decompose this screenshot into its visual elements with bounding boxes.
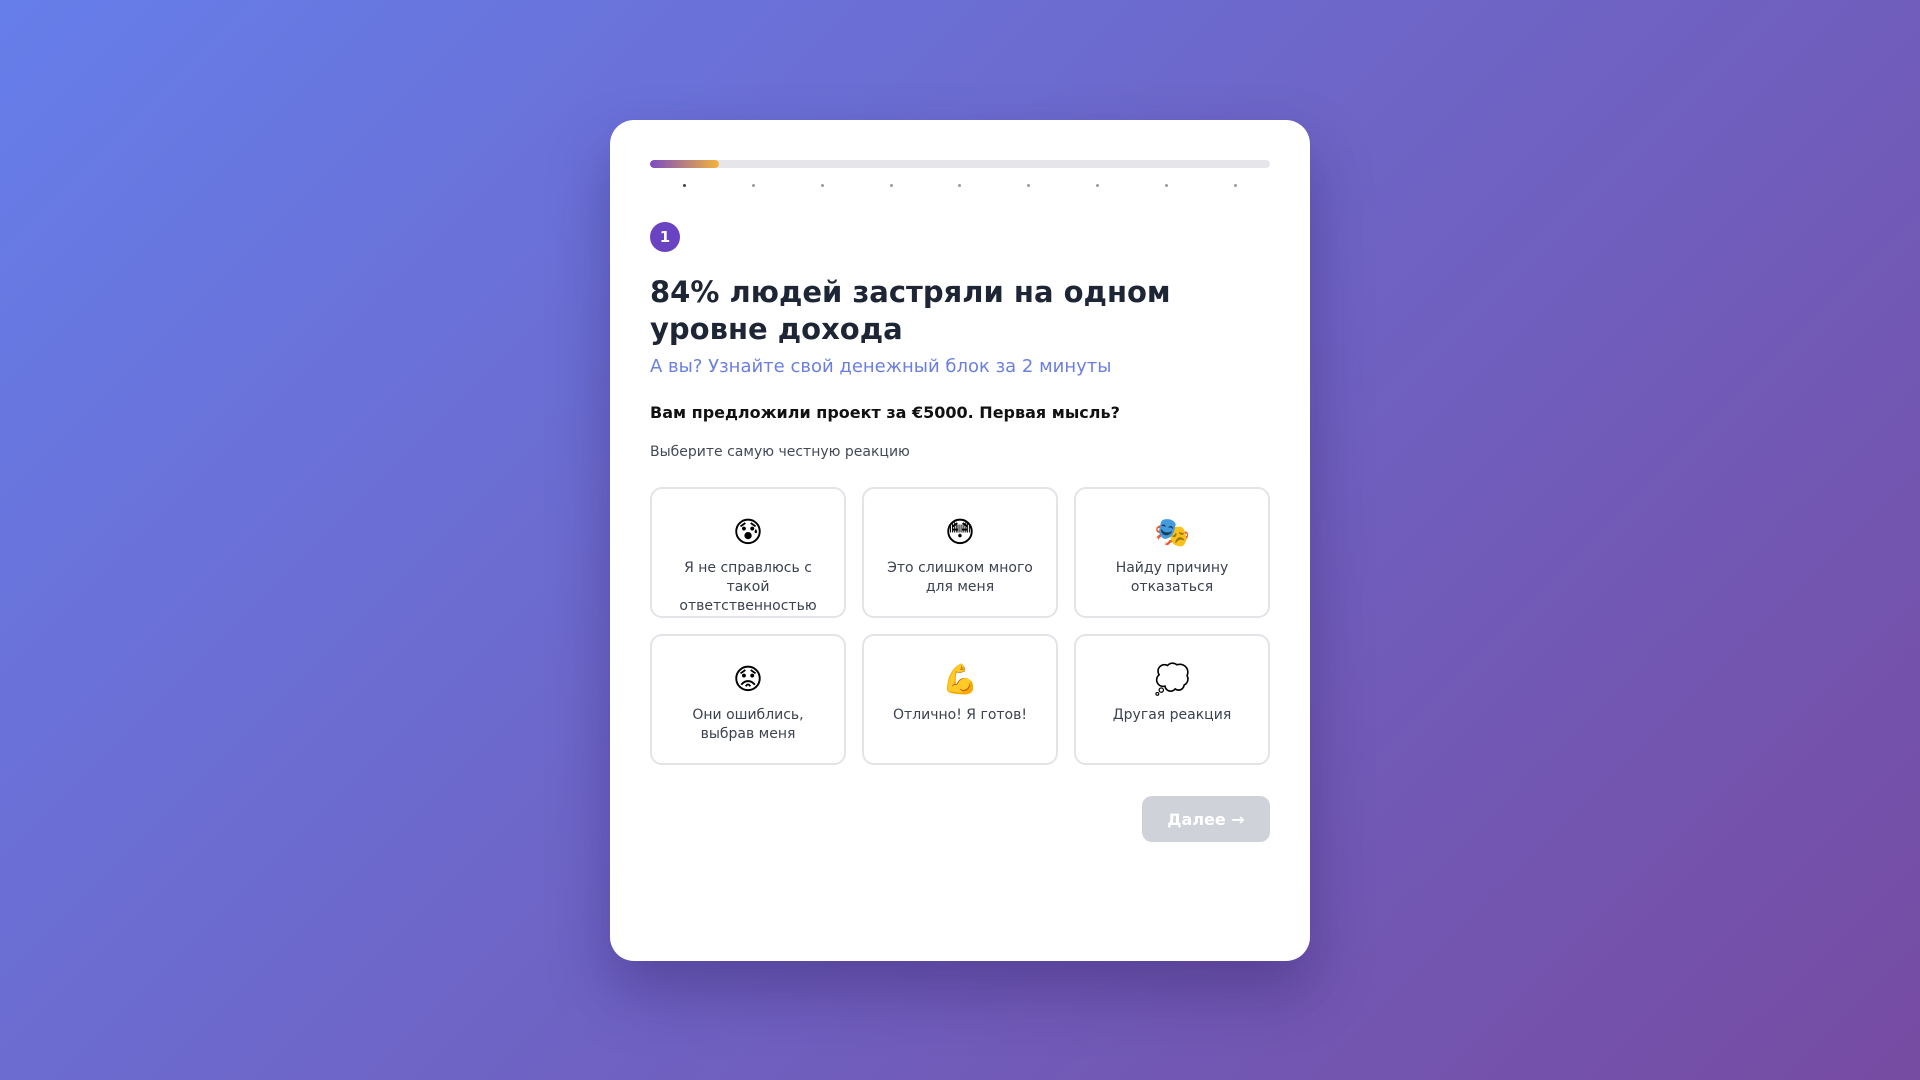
option-card-1[interactable]: 😰 Я не справлюсь с такой ответственность… bbox=[650, 487, 846, 618]
step-dot bbox=[1165, 184, 1169, 187]
next-button[interactable]: Далее → bbox=[1142, 796, 1270, 842]
step-dot bbox=[889, 184, 893, 187]
thought-bubble-icon: 💭 bbox=[1153, 662, 1191, 696]
option-card-4[interactable]: 😟 Они ошиблись, выбрав меня bbox=[650, 634, 846, 765]
anxious-face-icon: 😰 bbox=[732, 515, 764, 549]
quiz-card: 1 84% людей застряли на одном уровне дох… bbox=[610, 120, 1310, 961]
question-text: Вам предложили проект за €5000. Первая м… bbox=[650, 403, 1120, 422]
option-card-3[interactable]: 🎭 Найду причину отказаться bbox=[1074, 487, 1270, 618]
option-label: Я не справлюсь с такой ответственностью bbox=[679, 560, 817, 614]
step-dot bbox=[1233, 184, 1237, 187]
option-label: Они ошиблись, выбрав меня bbox=[692, 707, 804, 742]
option-card-2[interactable]: 😳 Это слишком много для меня bbox=[862, 487, 1058, 618]
option-card-6[interactable]: 💭 Другая реакция bbox=[1074, 634, 1270, 765]
step-dot bbox=[958, 184, 962, 187]
flushed-face-icon: 😳 bbox=[944, 515, 976, 549]
worried-face-icon: 😟 bbox=[732, 662, 764, 696]
step-number-badge: 1 bbox=[650, 222, 680, 252]
option-card-5[interactable]: 💪 Отлично! Я готов! bbox=[862, 634, 1058, 765]
answer-options: 😰 Я не справлюсь с такой ответственность… bbox=[650, 487, 1270, 765]
flexed-biceps-icon: 💪 bbox=[941, 662, 979, 696]
step-dot bbox=[820, 184, 824, 187]
option-label: Найду причину отказаться bbox=[1115, 560, 1229, 595]
option-label: Другая реакция bbox=[1112, 707, 1232, 723]
progress-bar bbox=[650, 160, 1270, 168]
theater-masks-icon: 🎭 bbox=[1153, 515, 1191, 549]
page-title: 84% людей застряли на одном уровне доход… bbox=[650, 275, 1171, 346]
progress-fill bbox=[650, 160, 719, 168]
page-subtitle: А вы? Узнайте свой денежный блок за 2 ми… bbox=[650, 356, 1112, 377]
step-dot bbox=[682, 184, 686, 187]
step-dot bbox=[751, 184, 755, 187]
actions-row: Далее → bbox=[650, 796, 1270, 842]
step-indicators bbox=[650, 184, 1270, 188]
step-dot bbox=[1096, 184, 1100, 187]
option-label: Это слишком много для меня bbox=[887, 560, 1033, 595]
question-hint: Выберите самую честную реакцию bbox=[650, 444, 910, 460]
option-label: Отлично! Я готов! bbox=[893, 707, 1027, 723]
step-dot bbox=[1027, 184, 1031, 187]
